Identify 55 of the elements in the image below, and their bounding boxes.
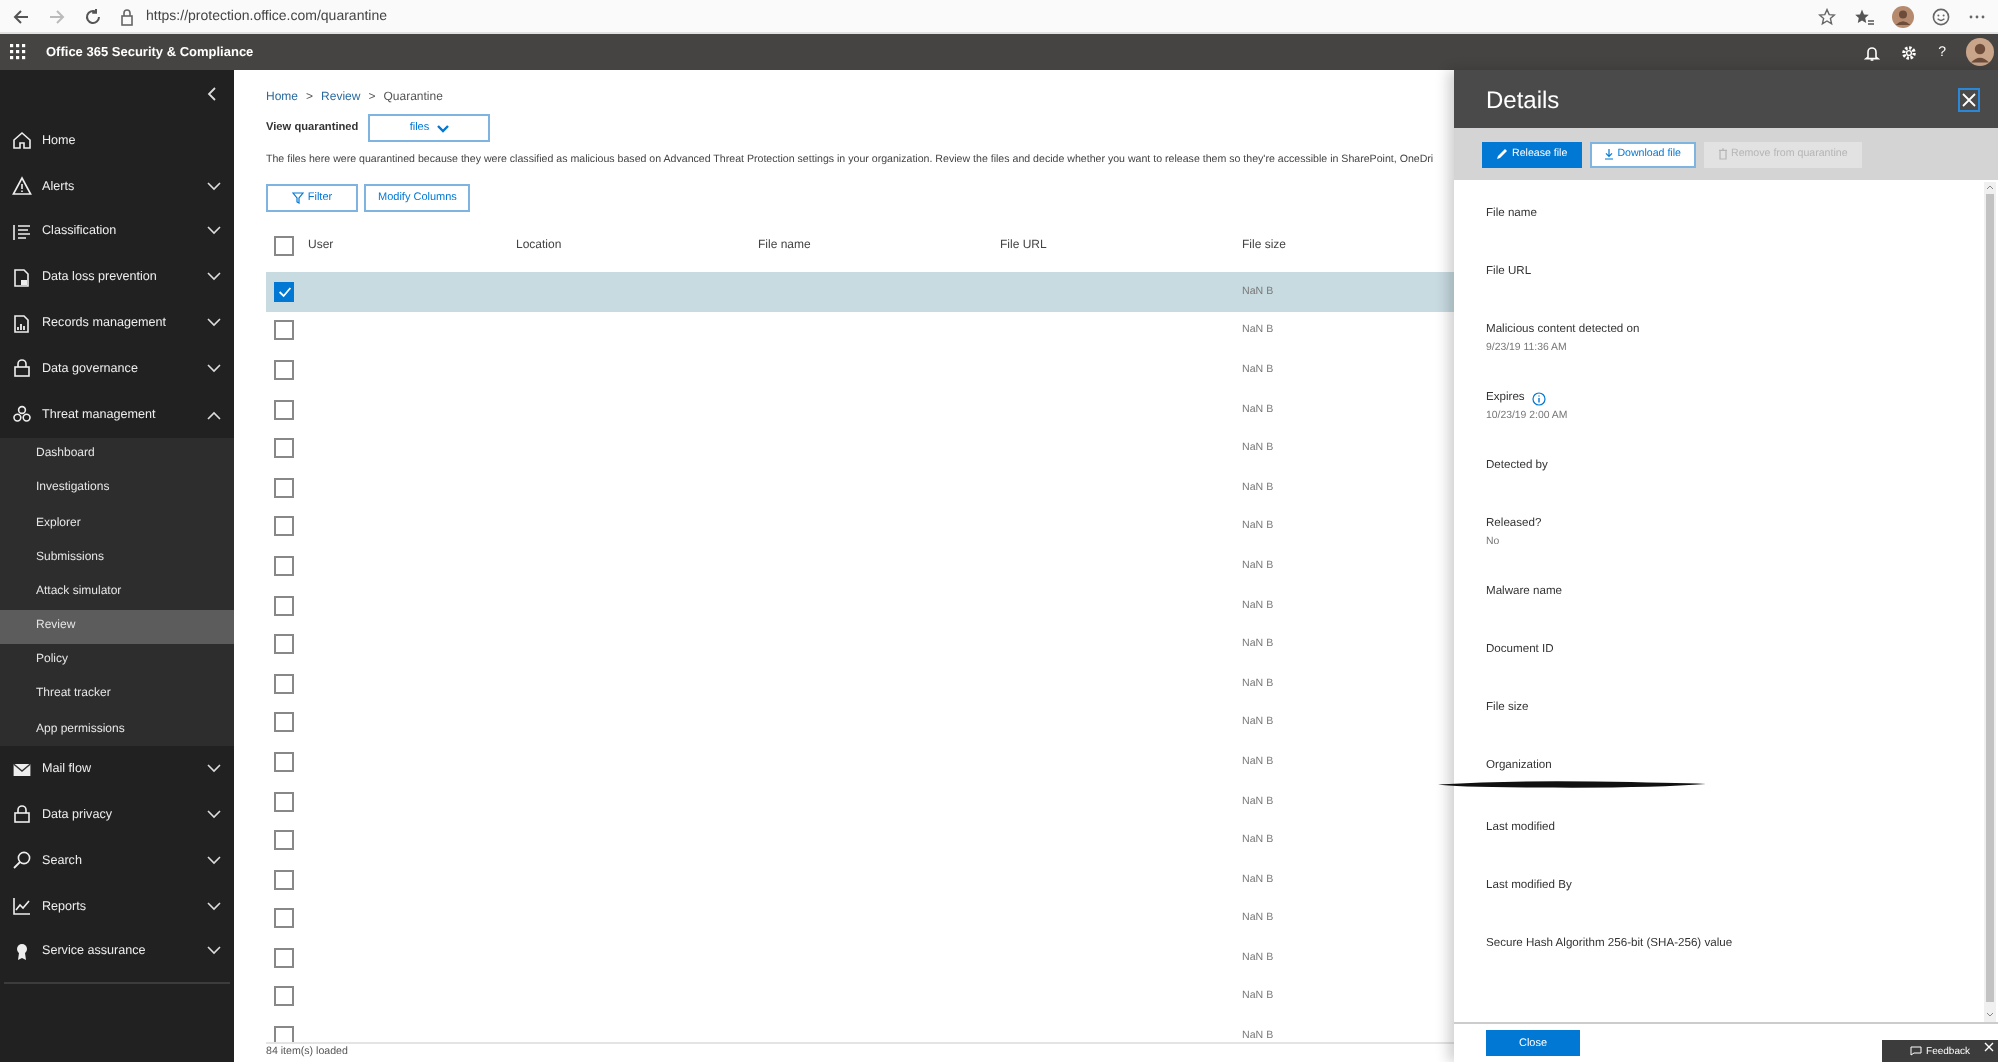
chart-icon [12,896,32,917]
ribbon-icon [12,941,32,962]
checkbox[interactable] [274,236,294,256]
comment-icon [1910,1046,1923,1056]
checkbox[interactable] [274,869,294,890]
checkbox[interactable] [274,634,294,655]
warning-icon [12,176,32,197]
list-icon [12,221,32,242]
checkbox[interactable] [274,399,294,420]
settings-icon[interactable] [1900,43,1919,61]
avatar-icon[interactable] [1966,38,1994,66]
checkbox[interactable] [274,986,294,1007]
download-icon [1603,148,1614,160]
panel-title: Details [1486,85,1560,113]
checkbox[interactable] [274,908,294,929]
trash-icon [1717,148,1727,160]
avatar-icon[interactable] [1892,5,1914,27]
checkbox[interactable] [274,830,294,851]
refresh-icon[interactable] [84,7,102,25]
document-icon [12,313,32,334]
checkbox[interactable] [274,359,294,380]
checkmark-icon [277,285,291,298]
chevron-down-icon [435,123,450,133]
checkbox[interactable] [274,438,294,459]
app-launcher-icon[interactable] [10,44,26,60]
collapse-icon[interactable] [206,86,218,102]
home-icon [12,130,32,151]
close-icon[interactable] [1958,87,1980,111]
lock-icon [12,804,32,825]
back-icon[interactable] [12,7,30,25]
checkbox[interactable] [274,477,294,498]
info-icon[interactable] [1532,391,1547,405]
document-icon [12,267,32,288]
checkbox[interactable] [274,673,294,694]
favorites-icon[interactable] [1854,7,1874,25]
checkbox[interactable] [274,281,294,302]
checkbox[interactable] [274,555,294,576]
forward-icon [48,7,66,25]
checkbox[interactable] [274,320,294,341]
checkbox[interactable] [274,712,294,733]
pencil-icon [1496,148,1508,160]
envelope-icon [12,759,32,780]
filter-icon [291,192,304,204]
lock-icon [12,358,32,379]
star-icon[interactable] [1818,7,1836,25]
bell-icon[interactable] [1864,43,1881,61]
checkbox[interactable] [274,791,294,812]
search-icon [12,850,32,871]
smiley-icon[interactable] [1932,7,1950,25]
lock-icon [120,7,134,25]
checkbox[interactable] [274,751,294,772]
checkbox[interactable] [274,947,294,968]
checkbox[interactable] [274,516,294,537]
checkbox[interactable] [274,1026,294,1042]
checkbox[interactable] [274,595,294,616]
